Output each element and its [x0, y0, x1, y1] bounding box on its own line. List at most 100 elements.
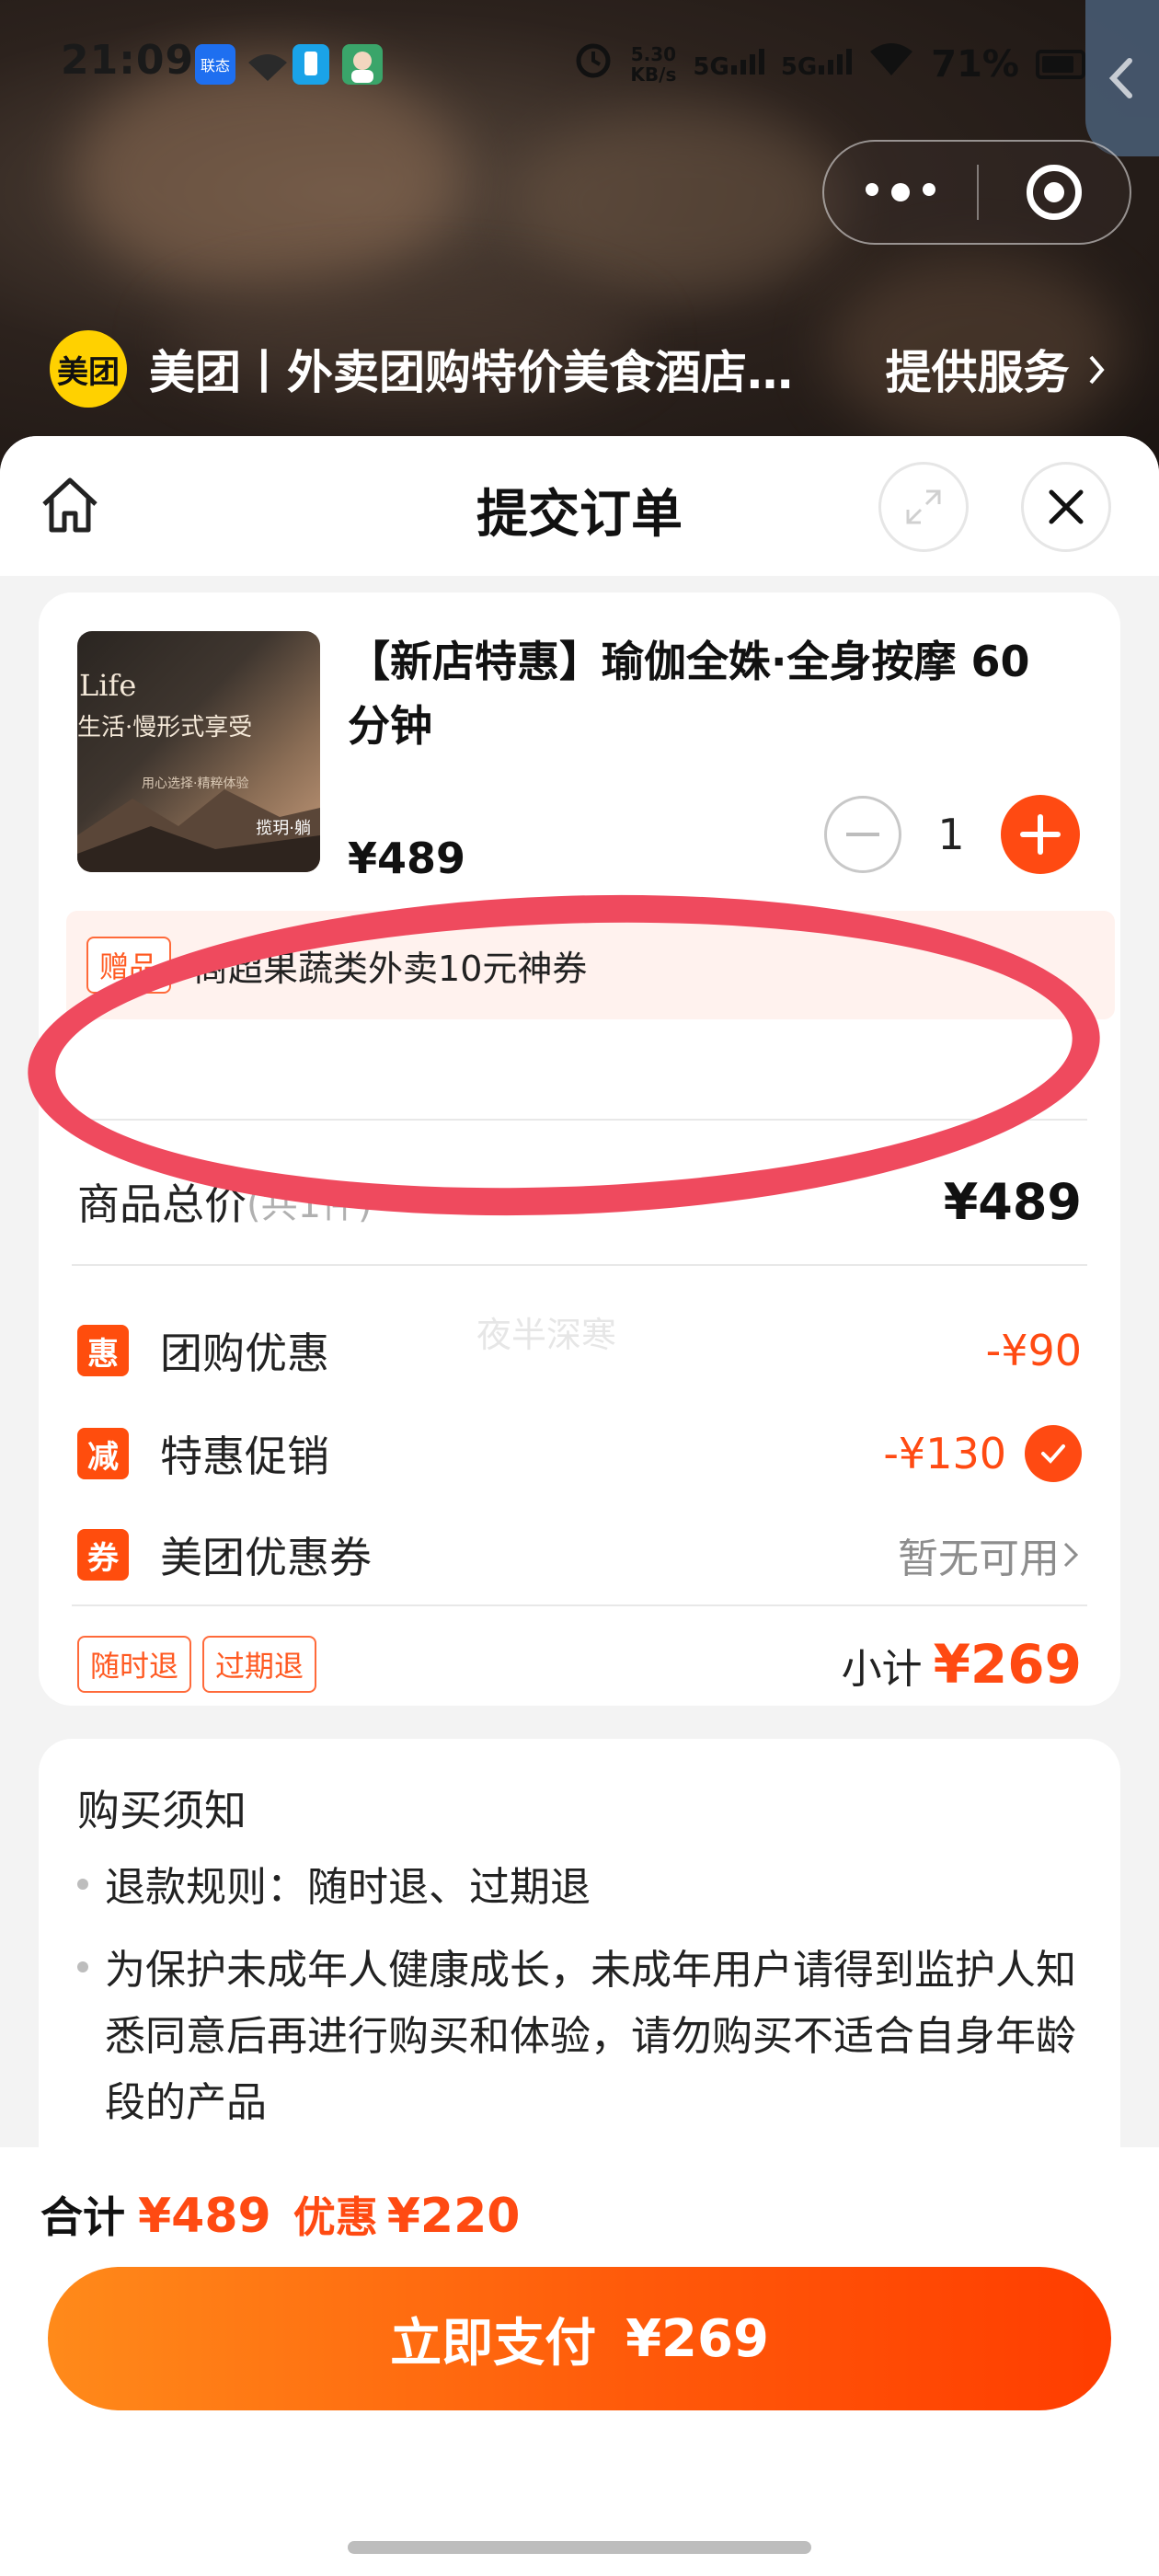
- total-value: ¥489: [943, 1172, 1082, 1231]
- divider: [72, 1604, 1087, 1606]
- checkout-total-value: ¥489: [138, 2189, 271, 2244]
- discount-row-promo[interactable]: 减 特惠促销 -¥130: [77, 1415, 1082, 1492]
- coupon-icon: 券: [77, 1529, 129, 1581]
- wifi-calling-icon: [245, 44, 291, 85]
- net-speed-unit: KB/s: [630, 63, 677, 86]
- subtotal-row: 随时退 过期退 小计 ¥269: [77, 1623, 1082, 1706]
- quantity-value: 1: [937, 810, 965, 859]
- subtotal: 小计 ¥269: [842, 1633, 1082, 1696]
- side-collapse-tab[interactable]: [1085, 0, 1159, 156]
- decrease-button[interactable]: [824, 796, 901, 873]
- pay-now-button[interactable]: 立即支付 ¥269: [48, 2267, 1111, 2410]
- divider: [72, 1264, 1087, 1266]
- checkout-discount-value: ¥220: [386, 2189, 521, 2244]
- signal-5g-2: 5G: [780, 47, 853, 81]
- more-button[interactable]: [824, 183, 977, 201]
- bullet-icon: [77, 1961, 88, 1972]
- checkout-summary: 合计 ¥489 优惠 ¥220: [40, 2184, 520, 2245]
- signal-5g-1: 5G: [693, 47, 764, 81]
- thumb-text-slogan: 生活·慢形式享受: [77, 714, 253, 742]
- meituan-logo: 美团: [50, 330, 127, 408]
- pay-label: 立即支付: [390, 2313, 597, 2374]
- order-card: Life 生活·慢形式享受 用心选择·精粹体验 揽玥·躺 【新店特惠】瑜伽全姝·…: [22, 592, 1120, 1706]
- discount-label: 特惠促销: [160, 1432, 329, 1481]
- notice-item: 退款规则：随时退、过期退: [77, 1855, 1089, 1921]
- product-title: 【新店特惠】瑜伽全姝·全身按摩 60 分钟: [348, 637, 1030, 751]
- checkout-total-label: 合计: [40, 2192, 125, 2242]
- total-count: (共1件): [247, 1184, 373, 1226]
- coupon-status-text: 暂无可用: [898, 1535, 1060, 1582]
- subtotal-label: 小计: [841, 1646, 923, 1693]
- product-price: ¥489: [348, 834, 466, 883]
- signal-bars-icon: [819, 49, 853, 75]
- discount-row-group: 惠 团购优惠 -¥90: [77, 1312, 1082, 1389]
- status-right: 5.30 KB/s 5G 5G 71%: [573, 39, 1085, 89]
- provider-name: 美团丨外卖团购特价美食酒店…: [149, 346, 793, 399]
- thumb-text-brand: 揽玥·躺: [256, 819, 311, 838]
- app-badge-icon: 联态: [195, 44, 235, 85]
- status-time: 21:09: [61, 37, 195, 84]
- close-program-button[interactable]: [979, 165, 1130, 220]
- net-speed: 5.30 KB/s: [630, 44, 676, 85]
- battery-icon: [1036, 49, 1085, 79]
- status-bar: 21:09 联态 5.30 KB/s 5G 5G 71%: [0, 28, 1159, 101]
- notice-text: 退款规则：随时退、过期退: [105, 1864, 591, 1911]
- chevron-right-icon: [1063, 1542, 1079, 1568]
- discount-value: -¥130: [883, 1429, 1006, 1478]
- pay-amount: ¥269: [625, 2308, 769, 2369]
- page-title: 提交订单: [476, 485, 683, 545]
- target-icon: [1026, 165, 1082, 220]
- coupon-status: 暂无可用: [898, 1525, 1082, 1584]
- checkout-bar: 合计 ¥489 优惠 ¥220 立即支付 ¥269: [0, 2147, 1159, 2576]
- sheet-header: 提交订单: [0, 436, 1159, 576]
- gift-text: 商超果蔬类外卖10元神券: [193, 948, 588, 989]
- gift-tag: 赠品: [86, 937, 172, 994]
- close-button[interactable]: [1021, 462, 1111, 552]
- chevron-left-icon: [1108, 58, 1132, 98]
- quantity-stepper: 1: [824, 795, 1080, 874]
- policy-tag: 过期退: [202, 1636, 317, 1693]
- checkmark-icon[interactable]: [1025, 1425, 1082, 1482]
- avatar-app-icon: [342, 44, 383, 85]
- battery-percent: 71%: [931, 42, 1019, 86]
- app-badge-text: 联态: [200, 57, 230, 75]
- net-speed-value: 5.30: [630, 42, 677, 65]
- group-discount-icon: 惠: [77, 1325, 129, 1376]
- discount-label: 团购优惠: [160, 1328, 329, 1378]
- notice-title: 购买须知: [77, 1786, 247, 1835]
- discount-row-coupon[interactable]: 券 美团优惠券 暂无可用: [77, 1516, 1082, 1593]
- expand-icon: [906, 489, 941, 524]
- increase-button[interactable]: [1001, 795, 1080, 874]
- home-indicator[interactable]: [348, 2541, 811, 2554]
- total-price-row: 商品总价 (共1件) ¥489: [77, 1156, 1082, 1248]
- alarm-icon: [573, 39, 614, 89]
- promo-discount-icon: 减: [77, 1428, 129, 1479]
- signal-bars-icon: [730, 49, 764, 75]
- checkout-discount-label: 优惠: [293, 2192, 378, 2242]
- divider: [72, 1119, 1087, 1121]
- policy-tag: 随时退: [77, 1636, 192, 1693]
- gift-row[interactable]: 赠品 商超果蔬类外卖10元神券: [66, 911, 1115, 1019]
- signal-label-1: 5G: [693, 53, 729, 81]
- discount-label: 美团优惠券: [160, 1533, 372, 1582]
- mini-program-capsule: [822, 140, 1131, 245]
- chevron-right-icon: [1089, 355, 1105, 385]
- product-thumbnail[interactable]: Life 生活·慢形式享受 用心选择·精粹体验 揽玥·躺: [77, 631, 320, 872]
- total-label: 商品总价: [77, 1179, 247, 1229]
- wifi-icon: [868, 40, 914, 87]
- thumb-text-sub: 用心选择·精粹体验: [142, 776, 249, 791]
- service-link-label: 提供服务: [885, 346, 1070, 399]
- signal-label-2: 5G: [780, 53, 818, 81]
- close-icon: [1049, 489, 1084, 524]
- notice-text: 为保护未成年人健康成长，未成年用户请得到监护人知悉同意后再进行购买和体验，请勿购…: [105, 1947, 1076, 2126]
- minus-icon: [846, 833, 879, 836]
- service-provider-bar: 美团 美团丨外卖团购特价美食酒店… 提供服务: [50, 328, 1107, 410]
- phone-app-icon: [293, 44, 329, 85]
- service-info-link[interactable]: 提供服务: [886, 336, 1107, 402]
- thumb-text-life: Life: [79, 668, 137, 703]
- bullet-icon: [77, 1879, 88, 1890]
- notice-item: 为保护未成年人健康成长，未成年用户请得到监护人知悉同意后再进行购买和体验，请勿购…: [77, 1938, 1089, 2136]
- expand-button[interactable]: [878, 462, 969, 552]
- discount-value: -¥90: [985, 1326, 1082, 1375]
- subtotal-value: ¥269: [933, 1633, 1082, 1696]
